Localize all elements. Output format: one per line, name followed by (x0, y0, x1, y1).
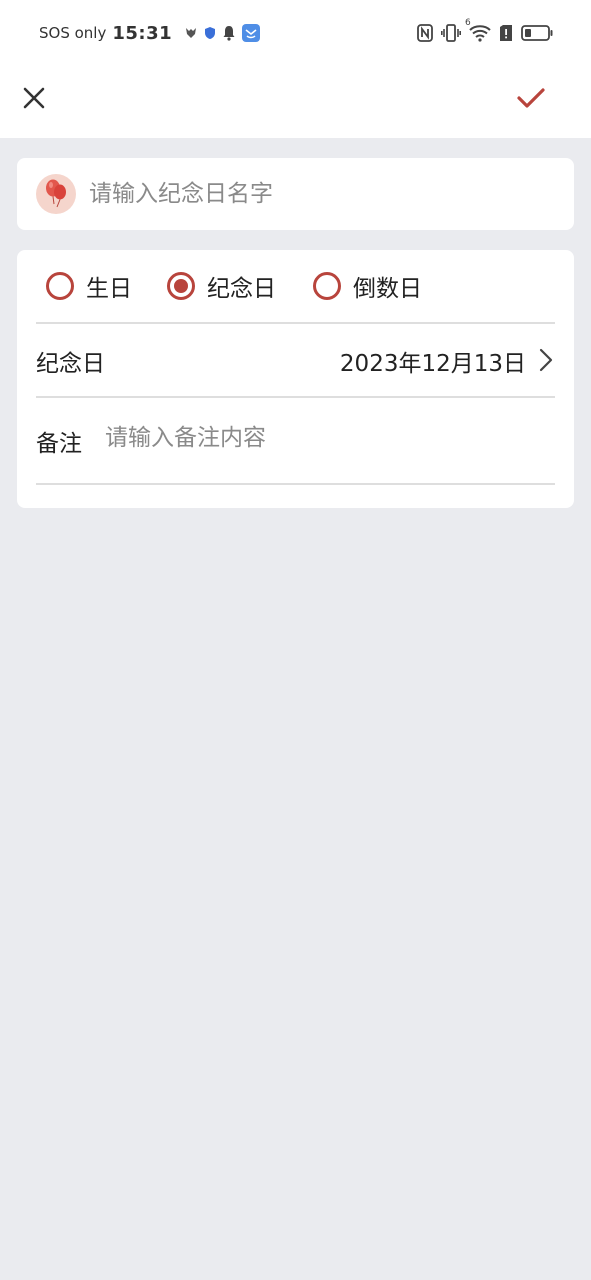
radio-label: 倒数日 (353, 276, 422, 302)
bell-icon (222, 25, 236, 41)
type-selector: 生日 纪念日 倒数日 (17, 250, 574, 322)
shield-icon (204, 26, 216, 40)
check-icon (517, 87, 545, 109)
clock: 15:31 (112, 22, 173, 44)
radio-countdown[interactable]: 倒数日 (313, 268, 422, 304)
note-row: 备注 (17, 398, 574, 484)
app-mascot-icon (184, 26, 198, 40)
status-bar-right: 6 (417, 18, 553, 46)
radio-circle (167, 272, 195, 300)
battery-icon (521, 24, 553, 42)
radio-birthday[interactable]: 生日 (46, 268, 132, 304)
date-picker-row[interactable]: 纪念日 2023年12月13日 (17, 324, 574, 396)
divider (36, 483, 555, 485)
toolbar (0, 66, 591, 130)
status-bar: SOS only 15:31 6 (0, 0, 591, 66)
note-input[interactable] (105, 418, 545, 458)
balloon-badge (36, 174, 76, 214)
date-value: 2023年12月13日 (339, 351, 526, 377)
radio-circle (313, 272, 341, 300)
radio-circle (46, 272, 74, 300)
header-area: SOS only 15:31 6 (0, 0, 591, 138)
confirm-button[interactable] (511, 78, 551, 118)
close-icon (23, 87, 45, 109)
radio-label: 纪念日 (207, 276, 276, 302)
nfc-icon (417, 24, 433, 42)
radio-label: 生日 (86, 276, 132, 302)
wifi-icon: 6 (465, 18, 491, 42)
balloon-icon (42, 178, 70, 210)
details-card: 生日 纪念日 倒数日 纪念日 2023年12月13日 备注 (17, 250, 574, 508)
date-label: 纪念日 (36, 351, 105, 377)
status-bar-left: SOS only 15:31 (39, 20, 261, 46)
radio-anniversary[interactable]: 纪念日 (167, 268, 276, 304)
radio-selected-dot (174, 279, 188, 293)
note-label: 备注 (36, 431, 82, 457)
anniversary-name-input[interactable] (89, 172, 549, 216)
chevron-right-icon (538, 348, 554, 372)
vibrate-icon (441, 24, 461, 42)
name-card (17, 158, 574, 230)
wifi-badge: 6 (465, 18, 471, 28)
close-button[interactable] (14, 78, 54, 118)
sim-alert-icon (499, 24, 513, 42)
app-badge-icon (242, 24, 261, 42)
carrier-label: SOS only (39, 24, 107, 42)
